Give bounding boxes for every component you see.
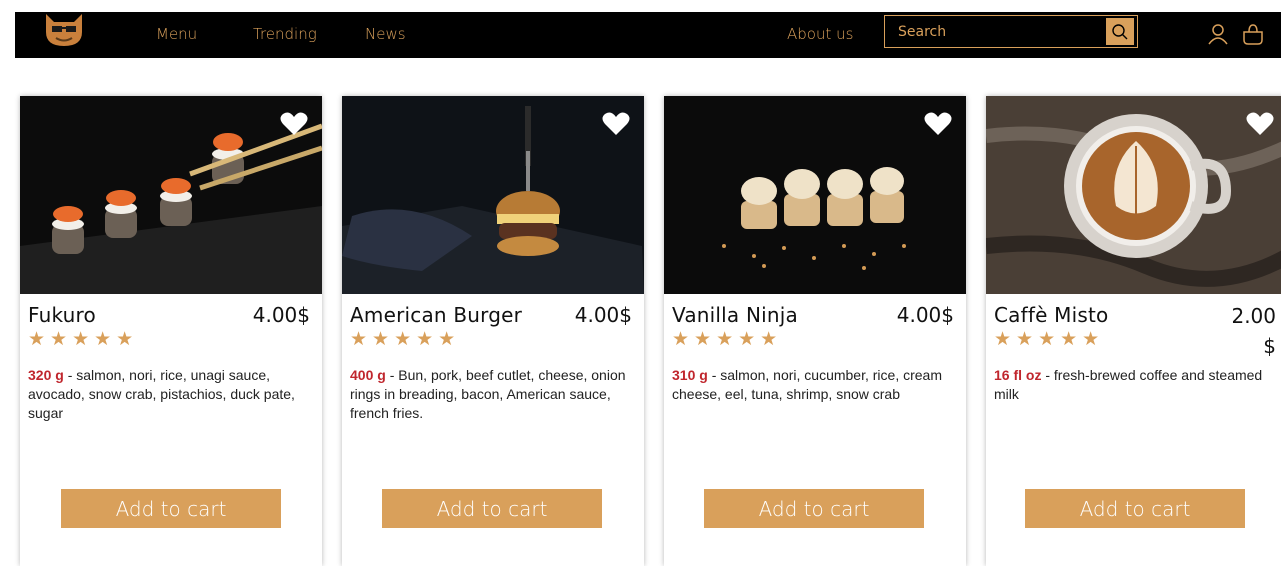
product-name: Vanilla Ninja: [672, 303, 798, 327]
product-weight: 320 g: [28, 367, 64, 383]
rating-stars: ★★★★★: [350, 329, 461, 350]
product-name: Fukuro: [28, 303, 96, 327]
product-name: Caffè Misto: [994, 303, 1109, 327]
product-description: 400 g - Bun, pork, beef cutlet, cheese, …: [350, 366, 638, 423]
search-input[interactable]: [885, 16, 1107, 47]
add-to-cart-button[interactable]: Add to cart: [382, 489, 602, 528]
product-card: Caffè Misto 2.00 $ ★★★★★ 16 fl oz - fres…: [986, 96, 1281, 566]
favorite-heart-icon[interactable]: [280, 112, 308, 136]
product-image-vanilla-rolls[interactable]: [664, 96, 966, 294]
top-navbar: Menu Trending News About us: [15, 12, 1281, 58]
product-ingredients: - Bun, pork, beef cutlet, cheese, onion …: [350, 367, 626, 421]
product-image-coffee[interactable]: [986, 96, 1281, 294]
product-price: 4.00$: [252, 303, 310, 327]
favorite-heart-icon[interactable]: [924, 112, 952, 136]
product-card: Fukuro 4.00$ ★★★★★ 320 g - salmon, nori,…: [20, 96, 322, 566]
product-price: 4.00$: [896, 303, 954, 327]
nav-link-about-us[interactable]: About us: [787, 25, 853, 43]
search-box: [884, 15, 1138, 48]
rating-stars: ★★★★★: [672, 329, 783, 350]
product-weight: 16 fl oz: [994, 367, 1042, 383]
rating-stars: ★★★★★: [28, 329, 139, 350]
add-to-cart-button[interactable]: Add to cart: [1025, 489, 1245, 528]
cat-logo-icon[interactable]: [42, 12, 86, 48]
add-to-cart-button[interactable]: Add to cart: [61, 489, 281, 528]
product-description: 310 g - salmon, nori, cucumber, rice, cr…: [672, 366, 960, 404]
add-to-cart-button[interactable]: Add to cart: [704, 489, 924, 528]
nav-link-trending[interactable]: Trending: [253, 25, 317, 43]
product-description: 16 fl oz - fresh-brewed coffee and steam…: [994, 366, 1281, 404]
product-description: 320 g - salmon, nori, rice, unagi sauce,…: [28, 366, 316, 423]
product-ingredients: - salmon, nori, cucumber, rice, cream ch…: [672, 367, 942, 402]
product-weight: 400 g: [350, 367, 386, 383]
product-image-sushi-rolls[interactable]: [20, 96, 322, 294]
favorite-heart-icon[interactable]: [602, 112, 630, 136]
favorite-heart-icon[interactable]: [1246, 112, 1274, 136]
product-card: American Burger 4.00$ ★★★★★ 400 g - Bun,…: [342, 96, 644, 566]
product-card: Vanilla Ninja 4.00$ ★★★★★ 310 g - salmon…: [664, 96, 966, 566]
product-image-burger[interactable]: [342, 96, 644, 294]
bag-icon[interactable]: [1241, 22, 1265, 46]
product-price: 2.00 $: [1231, 304, 1276, 358]
search-button[interactable]: [1106, 18, 1134, 45]
search-icon: [1112, 23, 1128, 39]
product-price: 4.00$: [574, 303, 632, 327]
rating-stars: ★★★★★: [994, 329, 1105, 350]
product-weight: 310 g: [672, 367, 708, 383]
nav-link-menu[interactable]: Menu: [156, 25, 197, 43]
product-name: American Burger: [350, 303, 523, 327]
user-icon[interactable]: [1206, 22, 1230, 46]
product-ingredients: - salmon, nori, rice, unagi sauce, avoca…: [28, 367, 295, 421]
nav-link-news[interactable]: News: [365, 25, 406, 43]
